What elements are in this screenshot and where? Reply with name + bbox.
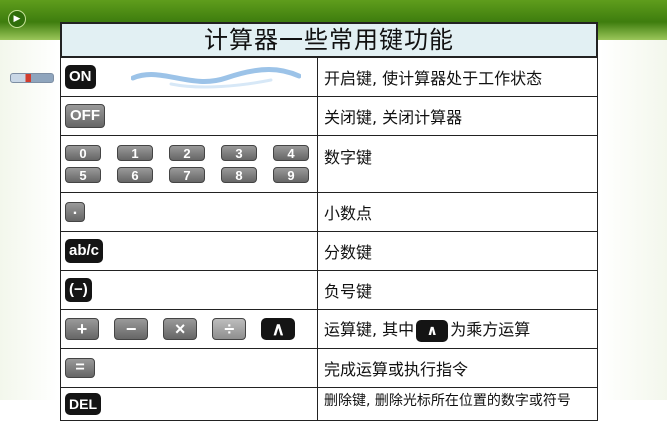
description: 完成运算或执行指令 (317, 348, 598, 388)
right-margin-decoration (600, 40, 667, 400)
table-row: = 完成运算或执行指令 (60, 348, 598, 388)
digit-key: 8 (221, 167, 257, 183)
description: 数字键 (317, 135, 598, 193)
delete-key: DEL (65, 393, 101, 415)
digit-keys: 0 1 2 3 4 5 6 7 8 9 (65, 142, 317, 186)
digit-key: 6 (117, 167, 153, 183)
description: 关闭键, 关闭计算器 (317, 96, 598, 136)
description: 负号键 (317, 270, 598, 310)
table-title-band: 计算器一些常用键功能 (60, 22, 598, 58)
multiply-key: × (163, 318, 198, 340)
key-cell: ab/c (60, 231, 318, 271)
key-cell: ON (60, 57, 318, 97)
digit-key: 4 (273, 145, 309, 161)
description-text: 运算键, 其中 (324, 320, 415, 340)
digit-key: 0 (65, 145, 101, 161)
pen-icon (10, 73, 54, 83)
minus-key: − (114, 318, 149, 340)
description: 运算键, 其中 ∧ 为乘方运算 (317, 309, 598, 349)
table-row: ab/c 分数键 (60, 231, 598, 271)
key-cell: . (60, 192, 318, 232)
key-cell: OFF (60, 96, 318, 136)
digit-key: 9 (273, 167, 309, 183)
negative-key: (−) (65, 278, 92, 302)
description: 小数点 (317, 192, 598, 232)
digit-key: 5 (65, 167, 101, 183)
table-row: ON 开启键, 使计算器处于工作状态 (60, 57, 598, 97)
digit-key: 7 (169, 167, 205, 183)
power-key: ∧ (261, 318, 296, 340)
description: 开启键, 使计算器处于工作状态 (317, 57, 598, 97)
table-row: (−) 负号键 (60, 270, 598, 310)
key-cell: 0 1 2 3 4 5 6 7 8 9 (60, 135, 318, 193)
key-cell: + − × ÷ ∧ (60, 309, 318, 349)
table-row: + − × ÷ ∧ 运算键, 其中 ∧ 为乘方运算 (60, 309, 598, 349)
table-row: DEL 删除键, 删除光标所在位置的数字或符号 (60, 387, 598, 421)
description: 删除键, 删除光标所在位置的数字或符号 (317, 387, 598, 421)
calculator-keys-table: ON 开启键, 使计算器处于工作状态 OFF 关闭键, 关闭计算器 0 1 2 … (60, 57, 598, 421)
decimal-point-key: . (65, 202, 85, 223)
key-cell: (−) (60, 270, 318, 310)
fraction-key: ab/c (65, 239, 104, 263)
on-key: ON (65, 65, 96, 89)
divide-key: ÷ (212, 318, 247, 340)
digit-key: 3 (221, 145, 257, 161)
table-title: 计算器一些常用键功能 (204, 26, 454, 54)
description: 分数键 (317, 231, 598, 271)
power-key-inline: ∧ (416, 319, 449, 342)
key-cell: = (60, 348, 318, 388)
table-row: . 小数点 (60, 192, 598, 232)
left-margin-decoration (0, 40, 58, 400)
table-row: 0 1 2 3 4 5 6 7 8 9 数字键 (60, 135, 598, 193)
key-cell: DEL (60, 387, 318, 421)
description-text: 为乘方运算 (450, 320, 531, 340)
digit-key: 2 (169, 145, 205, 161)
digit-key: 1 (117, 145, 153, 161)
table-row: OFF 关闭键, 关闭计算器 (60, 96, 598, 136)
play-circle-icon[interactable]: ▶ (8, 10, 26, 28)
off-key: OFF (65, 104, 105, 128)
equals-key: = (65, 358, 95, 379)
plus-key: + (65, 318, 99, 340)
decorative-wave-icon (131, 67, 301, 89)
